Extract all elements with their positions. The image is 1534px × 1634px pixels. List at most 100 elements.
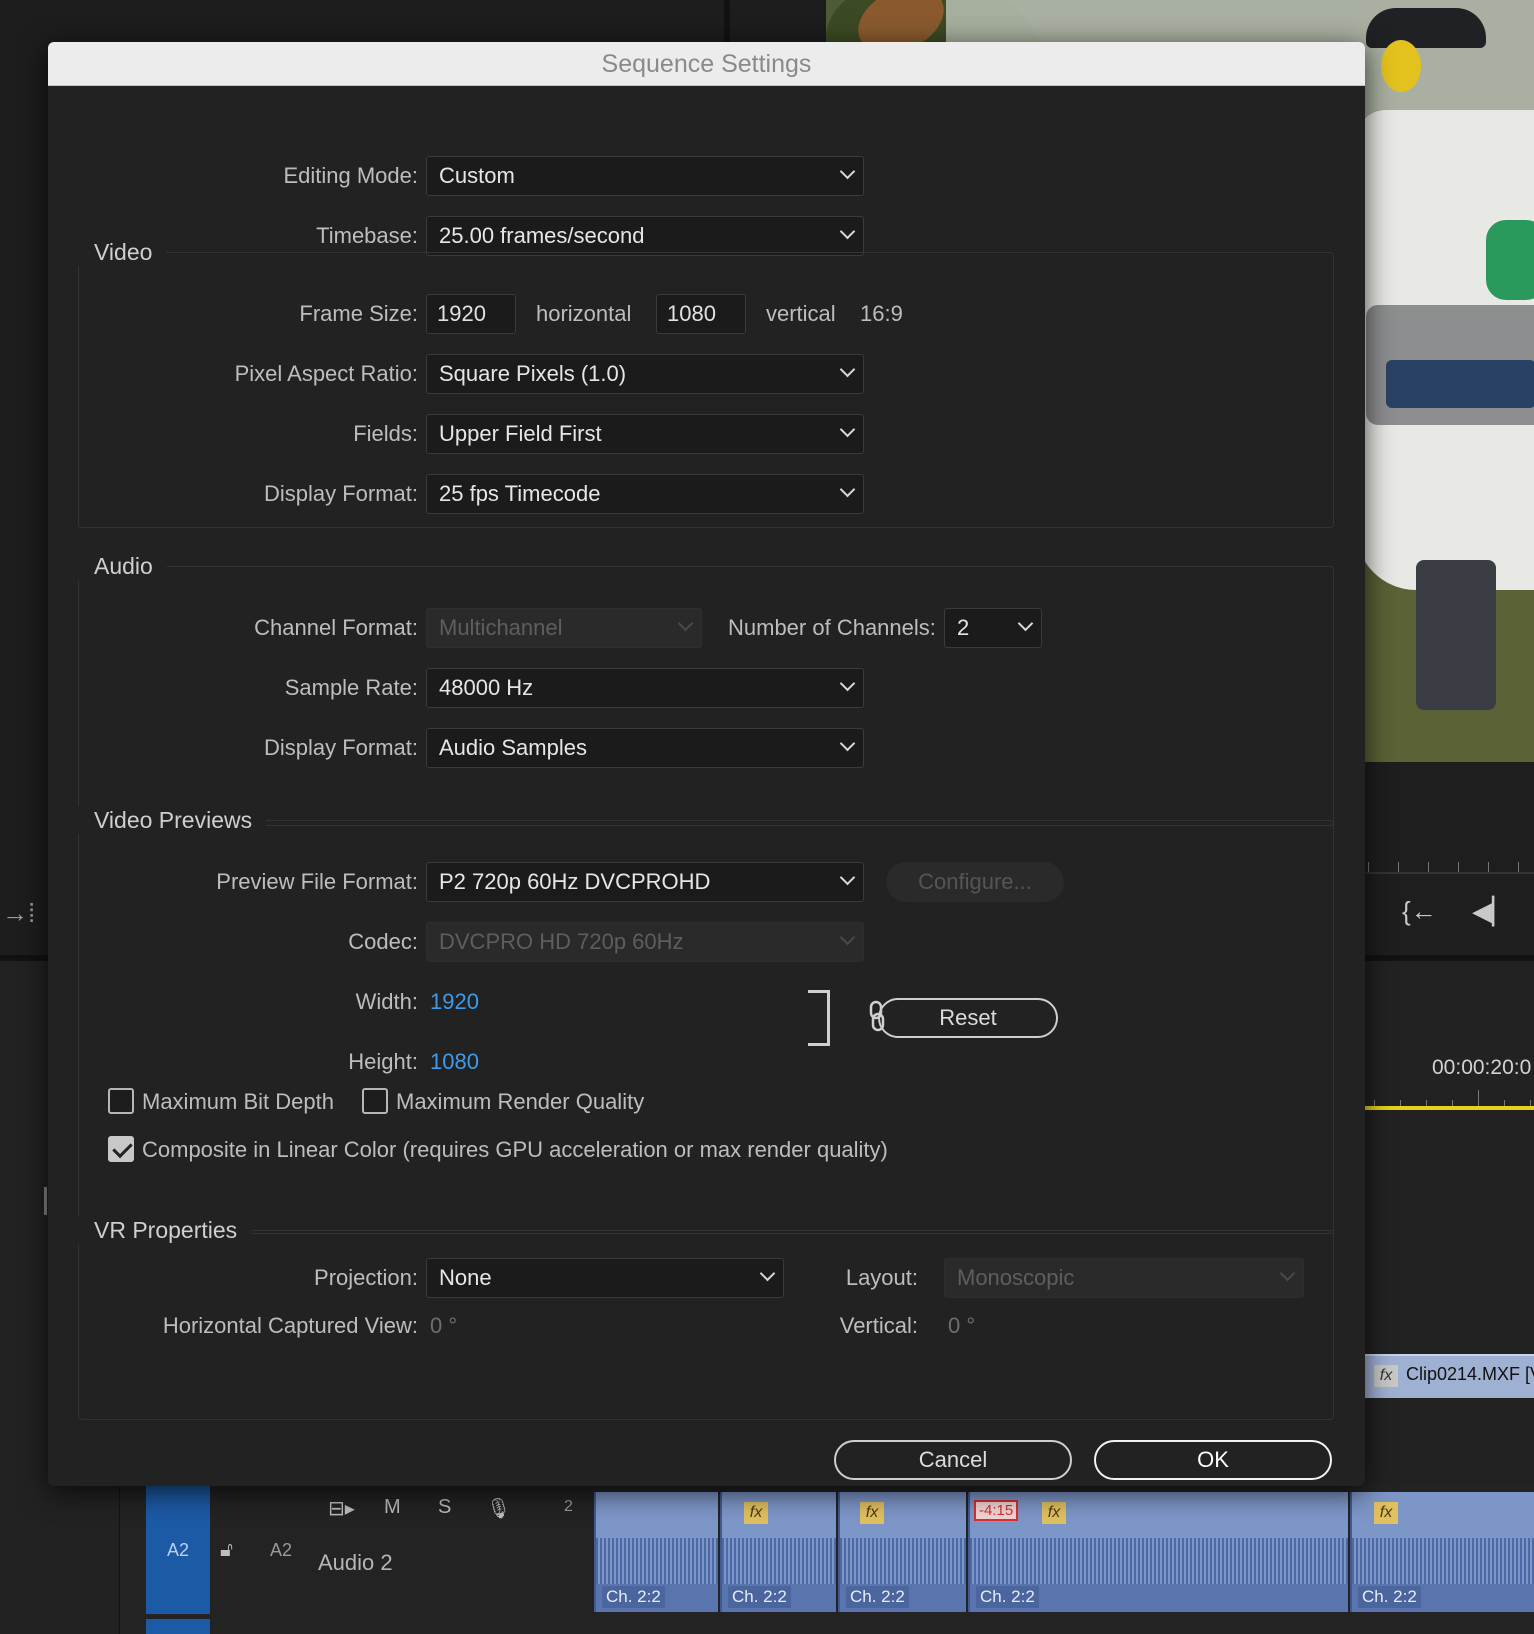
vr-properties-group-title: VR Properties bbox=[78, 1216, 252, 1244]
microphone-icon[interactable]: 🎙︎ bbox=[486, 1496, 511, 1521]
audio-clip[interactable]: fx Ch. 2:2 bbox=[838, 1492, 966, 1612]
track-lock-icon[interactable]: 🔓︎ bbox=[220, 1539, 233, 1562]
clip-channel-label: Ch. 2:2 bbox=[976, 1586, 1039, 1608]
num-channels-dropdown[interactable]: 2 bbox=[944, 608, 1042, 648]
horizontal-label: horizontal bbox=[536, 301, 632, 326]
fields-label: Fields: bbox=[353, 421, 418, 446]
max-render-quality-label: Maximum Render Quality bbox=[396, 1089, 645, 1114]
video-display-format-dropdown[interactable]: 25 fps Timecode bbox=[426, 474, 864, 514]
codec-dropdown: DVCPRO HD 720p 60Hz bbox=[426, 922, 864, 962]
track-clips: Ch. 2:2 fx Ch. 2:2 fx Ch. 2:2 -4:15 fx C… bbox=[594, 1484, 1534, 1616]
go-to-in-icon[interactable]: {← bbox=[1402, 896, 1437, 927]
layout-label: Layout: bbox=[845, 1265, 918, 1290]
audio-clip[interactable]: fx Ch. 2:2 bbox=[1350, 1492, 1534, 1612]
video-group-title: Video bbox=[78, 238, 167, 266]
horizontal-captured-view-label: Horizontal Captured View: bbox=[162, 1313, 418, 1338]
chevron-down-icon bbox=[839, 163, 856, 180]
vertical-label-vr: Vertical: bbox=[839, 1313, 918, 1338]
pixel-aspect-dropdown[interactable]: Square Pixels (1.0) bbox=[426, 354, 864, 394]
audio-clip[interactable]: -4:15 fx Ch. 2:2 bbox=[968, 1492, 1348, 1612]
video-previews-group-title: Video Previews bbox=[78, 806, 267, 834]
chevron-down-icon bbox=[1279, 1265, 1296, 1282]
frame-size-label: Frame Size: bbox=[299, 301, 418, 326]
preview-width-value[interactable]: 1920 bbox=[430, 988, 479, 1016]
pixel-aspect-value: Square Pixels (1.0) bbox=[439, 361, 627, 386]
fx-badge: fx bbox=[1374, 1365, 1398, 1387]
step-back-icon[interactable]: ◀▏ bbox=[1472, 896, 1512, 927]
tool-marker bbox=[44, 1187, 47, 1215]
chevron-down-icon bbox=[839, 481, 856, 498]
composite-linear-label: Composite in Linear Color (requires GPU … bbox=[142, 1137, 888, 1162]
sample-rate-value: 48000 Hz bbox=[439, 675, 534, 700]
track-source-patch[interactable]: A2 bbox=[146, 1486, 210, 1614]
reset-button[interactable]: Reset bbox=[878, 998, 1058, 1038]
waveform bbox=[596, 1538, 718, 1584]
video-fogger-tank bbox=[1386, 360, 1534, 408]
dimension-link-bracket bbox=[808, 990, 830, 1046]
audio-display-format-label: Display Format: bbox=[263, 735, 418, 760]
frame-width-input[interactable]: 1920 bbox=[426, 294, 516, 334]
fields-dropdown[interactable]: Upper Field First bbox=[426, 414, 864, 454]
audio-clip[interactable]: Ch. 2:2 bbox=[594, 1492, 718, 1612]
fx-badge: fx bbox=[744, 1502, 768, 1524]
fx-badge: fx bbox=[1042, 1502, 1066, 1524]
editing-mode-value: Custom bbox=[439, 163, 515, 188]
track-target[interactable]: A2 bbox=[270, 1540, 292, 1561]
video-earmuff bbox=[1381, 40, 1421, 92]
clip-channel-label: Ch. 2:2 bbox=[728, 1586, 791, 1608]
preview-file-format-dropdown[interactable]: P2 720p 60Hz DVCPROHD bbox=[426, 862, 864, 902]
video-glove bbox=[1486, 220, 1534, 300]
chevron-down-icon bbox=[839, 421, 856, 438]
max-bit-depth-checkbox[interactable] bbox=[108, 1088, 134, 1114]
pixel-aspect-label: Pixel Aspect Ratio: bbox=[234, 361, 418, 386]
sample-rate-label: Sample Rate: bbox=[284, 675, 418, 700]
chevron-down-icon bbox=[839, 223, 856, 240]
fx-badge: fx bbox=[1374, 1502, 1398, 1524]
projection-dropdown[interactable]: None bbox=[426, 1258, 784, 1298]
editing-mode-dropdown[interactable]: Custom bbox=[426, 156, 864, 196]
video-display-format-value: 25 fps Timecode bbox=[439, 481, 601, 506]
num-channels-label: Number of Channels: bbox=[728, 615, 936, 640]
channel-number: 2 bbox=[564, 1498, 573, 1515]
audio-clip[interactable]: fx Ch. 2:2 bbox=[720, 1492, 836, 1612]
clip-name: Clip0214.MXF [V bbox=[1406, 1364, 1534, 1384]
frame-height-input[interactable]: 1080 bbox=[656, 294, 746, 334]
sync-lock-icon[interactable]: ⊟▸ bbox=[328, 1496, 355, 1521]
projection-label: Projection: bbox=[314, 1265, 418, 1290]
solo-button[interactable]: S bbox=[438, 1496, 451, 1519]
projection-value: None bbox=[439, 1265, 492, 1290]
insert-edit-icon[interactable]: →⁞ bbox=[2, 898, 35, 929]
max-render-quality-checkbox[interactable] bbox=[362, 1088, 388, 1114]
chevron-down-icon bbox=[839, 675, 856, 692]
ok-button[interactable]: OK bbox=[1094, 1440, 1332, 1480]
preview-height-value[interactable]: 1080 bbox=[430, 1048, 479, 1076]
chevron-down-icon bbox=[839, 869, 856, 886]
max-bit-depth-label: Maximum Bit Depth bbox=[142, 1089, 334, 1114]
timebase-value: 25.00 frames/second bbox=[439, 223, 645, 248]
layout-dropdown: Monoscopic bbox=[944, 1258, 1304, 1298]
preview-file-format-label: Preview File Format: bbox=[216, 869, 418, 894]
waveform bbox=[722, 1538, 836, 1584]
sample-rate-dropdown[interactable]: 48000 Hz bbox=[426, 668, 864, 708]
audio-group-title: Audio bbox=[78, 552, 167, 580]
video-clip[interactable]: fx Clip0214.MXF [V bbox=[1364, 1354, 1534, 1398]
track-source-patch-next[interactable] bbox=[146, 1619, 210, 1634]
audio-display-format-dropdown[interactable]: Audio Samples bbox=[426, 728, 864, 768]
audio-display-format-value: Audio Samples bbox=[439, 735, 587, 760]
vertical-value: 0 ° bbox=[948, 1313, 976, 1338]
mute-button[interactable]: M bbox=[384, 1496, 401, 1519]
timebase-dropdown[interactable]: 25.00 frames/second bbox=[426, 216, 864, 256]
cancel-button[interactable]: Cancel bbox=[834, 1440, 1072, 1480]
clip-channel-label: Ch. 2:2 bbox=[846, 1586, 909, 1608]
fx-badge: fx bbox=[860, 1502, 884, 1524]
timeline-timecode: 00:00:20:0 bbox=[1432, 1056, 1532, 1079]
waveform bbox=[840, 1538, 966, 1584]
composite-linear-checkbox[interactable] bbox=[108, 1136, 134, 1162]
work-area-bar[interactable] bbox=[1364, 1106, 1534, 1110]
editing-mode-label: Editing Mode: bbox=[283, 163, 418, 188]
layout-value: Monoscopic bbox=[957, 1265, 1075, 1290]
preview-height-label: Height: bbox=[348, 1049, 418, 1074]
codec-value: DVCPRO HD 720p 60Hz bbox=[439, 929, 684, 954]
track-name: Audio 2 bbox=[318, 1550, 393, 1575]
waveform bbox=[970, 1538, 1348, 1584]
